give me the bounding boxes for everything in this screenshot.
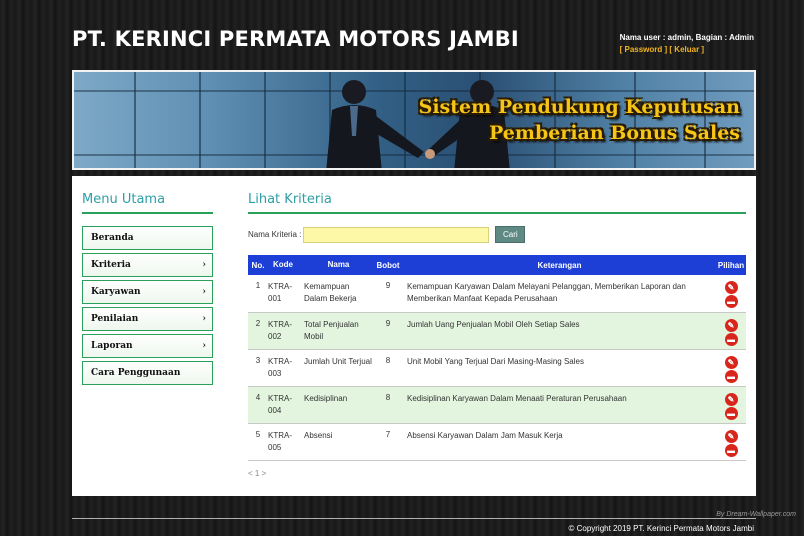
cell-kode: KTRA-001 [268, 275, 298, 313]
cell-kode: KTRA-003 [268, 349, 298, 387]
user-info: Nama user : admin, Bagian : Admin [ Pass… [620, 32, 754, 56]
main-content: Lihat Kriteria Nama Kriteria : Cari No. … [248, 192, 746, 478]
banner-title: Sistem Pendukung Keputusan Pemberian Bon… [419, 94, 740, 146]
chevron-right-icon: › [202, 341, 206, 351]
table-row: 2 KTRA-002 Total Penjualan Mobil 9 Jumla… [248, 312, 746, 350]
column-header-nama: Nama [298, 255, 373, 275]
cell-nama: Kedisiplinan [298, 386, 373, 424]
cell-no: 4 [248, 386, 268, 424]
edit-icon[interactable]: ✎ [724, 355, 738, 369]
chevron-right-icon: › [202, 260, 206, 270]
edit-icon[interactable]: ✎ [724, 281, 738, 294]
sidebar-title: Menu Utama [82, 192, 213, 214]
cell-bobot: 9 [373, 312, 403, 350]
sidebar-item-label: Beranda [91, 233, 134, 243]
sidebar-item-karyawan[interactable]: Karyawan › [82, 280, 213, 304]
header-banner: Sistem Pendukung Keputusan Pemberian Bon… [72, 70, 756, 170]
edit-icon[interactable]: ✎ [724, 318, 738, 332]
sidebar-item-label: Karyawan [91, 287, 141, 297]
trash-icon[interactable]: ▬ [724, 332, 738, 346]
footer-divider [72, 518, 756, 519]
site-title: PT. KERINCI PERMATA MOTORS JAMBI [72, 27, 519, 51]
chevron-right-icon: › [202, 314, 206, 324]
search-label: Nama Kriteria : [248, 230, 302, 239]
banner-title-line2: Pemberian Bonus Sales [488, 122, 740, 144]
cell-nama: Kemampuan Dalam Bekerja [298, 275, 373, 313]
sidebar-item-beranda[interactable]: Beranda [82, 226, 213, 250]
user-info-text: Nama user : admin, Bagian : Admin [619, 33, 754, 42]
sidebar-item-label: Cara Penggunaan [91, 368, 181, 378]
sidebar-item-cara-penggunaan[interactable]: Cara Penggunaan [82, 361, 213, 385]
cell-keterangan: Unit Mobil Yang Terjual Dari Masing-Masi… [403, 349, 716, 387]
user-links: [ Password ] [ Keluar ] [620, 44, 754, 56]
cell-keterangan: Jumlah Uang Penjualan Mobil Oleh Setiap … [403, 312, 716, 350]
cell-kode: KTRA-004 [268, 386, 298, 424]
cell-actions: ✎ ▬ [716, 423, 746, 461]
cell-bobot: 8 [373, 349, 403, 387]
cell-actions: ✎ ▬ [716, 312, 746, 350]
cell-bobot: 8 [373, 386, 403, 424]
search-form: Nama Kriteria : Cari [248, 226, 746, 243]
logout-link[interactable]: [ Keluar ] [669, 45, 704, 54]
sidebar-item-penilaian[interactable]: Penilaian › [82, 307, 213, 331]
cell-nama: Jumlah Unit Terjual [298, 349, 373, 387]
table-row: 4 KTRA-004 Kedisiplinan 8 Kedisiplinan K… [248, 386, 746, 424]
banner-title-line1: Sistem Pendukung Keputusan [418, 96, 740, 118]
chevron-right-icon: › [202, 287, 206, 297]
cell-actions: ✎ ▬ [716, 386, 746, 424]
cell-bobot: 7 [373, 423, 403, 461]
sidebar-item-label: Penilaian [91, 314, 139, 324]
sidebar-item-kriteria[interactable]: Kriteria › [82, 253, 213, 277]
sidebar-item-label: Laporan [91, 341, 133, 351]
cell-nama: Total Penjualan Mobil [298, 312, 373, 350]
edit-icon[interactable]: ✎ [724, 392, 738, 406]
trash-icon[interactable]: ▬ [724, 406, 738, 420]
trash-icon[interactable]: ▬ [724, 443, 738, 457]
content-panel: Menu Utama Beranda Kriteria › Karyawan ›… [72, 176, 756, 496]
sidebar-item-laporan[interactable]: Laporan › [82, 334, 213, 358]
cell-kode: KTRA-002 [268, 312, 298, 350]
cell-actions: ✎ ▬ [716, 349, 746, 387]
cell-no: 3 [248, 349, 268, 387]
cell-keterangan: Kemampuan Karyawan Dalam Melayani Pelang… [403, 275, 716, 313]
search-button[interactable]: Cari [495, 226, 526, 243]
trash-icon[interactable]: ▬ [724, 369, 738, 383]
page-title: Lihat Kriteria [248, 192, 746, 214]
cell-bobot: 9 [373, 275, 403, 313]
table-header-row: No. Kode Nama Bobot Keterangan Pilihan [248, 255, 746, 275]
table-row: 3 KTRA-003 Jumlah Unit Terjual 8 Unit Mo… [248, 349, 746, 387]
pagination[interactable]: < 1 > [248, 469, 746, 478]
column-header-bobot: Bobot [373, 255, 403, 275]
cell-actions: ✎ ▬ [716, 275, 746, 313]
cell-kode: KTRA-005 [268, 423, 298, 461]
column-header-pilihan: Pilihan [716, 255, 746, 275]
table-row: 1 KTRA-001 Kemampuan Dalam Bekerja 9 Kem… [248, 275, 746, 313]
cell-no: 5 [248, 423, 268, 461]
trash-icon[interactable]: ▬ [724, 295, 738, 308]
password-link[interactable]: [ Password ] [620, 45, 668, 54]
column-header-kode: Kode [268, 255, 298, 275]
copyright-text: © Copyright 2019 PT. Kerinci Permata Mot… [568, 524, 754, 533]
sidebar-item-label: Kriteria [91, 260, 131, 270]
cell-keterangan: Absensi Karyawan Dalam Jam Masuk Kerja [403, 423, 716, 461]
cell-nama: Absensi [298, 423, 373, 461]
cell-no: 1 [248, 275, 268, 313]
wallpaper-credit: By Dream-Wallpaper.com [716, 511, 796, 518]
table-row: 5 KTRA-005 Absensi 7 Absensi Karyawan Da… [248, 423, 746, 461]
criteria-table: No. Kode Nama Bobot Keterangan Pilihan 1… [248, 255, 746, 461]
sidebar: Menu Utama Beranda Kriteria › Karyawan ›… [82, 192, 213, 388]
column-header-no: No. [248, 255, 268, 275]
search-input[interactable] [303, 226, 490, 243]
column-header-keterangan: Keterangan [403, 255, 716, 275]
edit-icon[interactable]: ✎ [724, 429, 738, 443]
cell-keterangan: Kedisiplinan Karyawan Dalam Menaati Pera… [403, 386, 716, 424]
cell-no: 2 [248, 312, 268, 350]
